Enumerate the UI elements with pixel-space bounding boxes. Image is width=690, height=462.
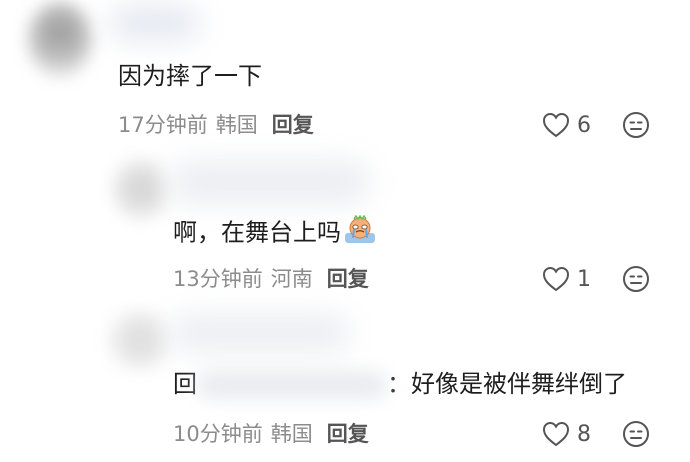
like-button[interactable]: 6	[541, 111, 591, 139]
username-blurred[interactable]	[170, 314, 350, 352]
reply-button[interactable]: 回复	[272, 113, 314, 137]
heart-outline-icon	[542, 421, 570, 447]
comment-time: 10分钟前	[173, 422, 263, 446]
reply-button[interactable]: 回复	[327, 267, 369, 291]
comment-location: 韩国	[215, 113, 258, 137]
dislike-button[interactable]	[622, 111, 650, 143]
like-count: 8	[577, 421, 591, 447]
comment-text: 啊，在舞台上吗	[173, 214, 377, 252]
heart-outline-icon	[542, 112, 570, 138]
username-blurred[interactable]	[170, 160, 370, 204]
avatar[interactable]	[28, 2, 92, 78]
comment-location: 韩国	[270, 422, 313, 446]
comment-text-content: 啊，在舞台上吗	[173, 218, 341, 247]
mentioned-user-blurred[interactable]	[197, 371, 387, 399]
comment-meta: 10分钟前 韩国 回复	[173, 421, 369, 447]
comment-text: 回 ：好像是被伴舞绊倒了	[173, 369, 627, 399]
avatar[interactable]	[108, 310, 172, 370]
avatar[interactable]	[112, 158, 170, 220]
comment-time: 17分钟前	[118, 113, 208, 137]
username-blurred[interactable]	[110, 6, 200, 40]
like-button[interactable]: 1	[541, 265, 591, 293]
meh-face-icon	[623, 266, 649, 292]
crying-sticker-icon	[343, 214, 377, 252]
comment-meta: 17分钟前 韩国 回复	[118, 112, 314, 138]
comment-meta: 13分钟前 河南 回复	[173, 266, 369, 292]
comment-location: 河南	[270, 267, 313, 291]
like-count: 1	[577, 266, 591, 292]
like-count: 6	[577, 112, 591, 138]
dislike-button[interactable]	[622, 265, 650, 297]
comment-text-suffix: ：好像是被伴舞绊倒了	[387, 370, 627, 398]
dislike-button[interactable]	[622, 420, 650, 452]
meh-face-icon	[623, 112, 649, 138]
reply-button[interactable]: 回复	[327, 422, 369, 446]
like-button[interactable]: 8	[541, 420, 591, 448]
comment-text: 因为摔了一下	[118, 62, 262, 90]
heart-outline-icon	[542, 266, 570, 292]
meh-face-icon	[623, 421, 649, 447]
comment-time: 13分钟前	[173, 267, 263, 291]
comment-text-prefix: 回	[173, 370, 197, 398]
